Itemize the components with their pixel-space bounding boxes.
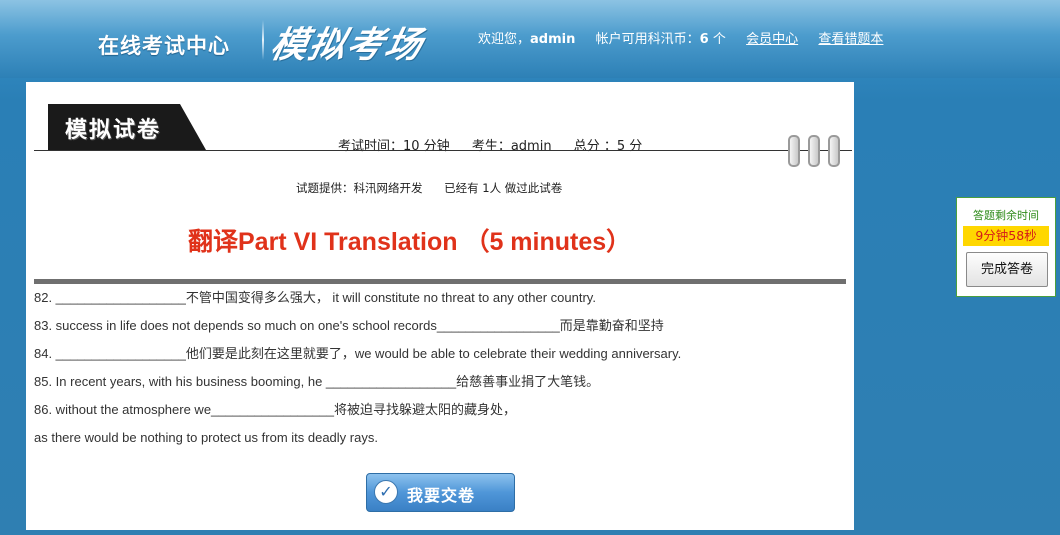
timer-remaining: 9分钟58秒 [963, 226, 1049, 246]
finish-exam-button[interactable]: 完成答卷 [966, 252, 1048, 287]
wrong-book-link[interactable]: 查看错题本 [818, 32, 883, 47]
paper-header-rule [34, 150, 852, 151]
question-82: 82. __________________不管中国变得多么强大， it wil… [34, 290, 596, 305]
question-84: 84. __________________他们要是此刻在这里就要了，we wo… [34, 346, 682, 361]
taken-count: 已经有 1人 做过此试卷 [444, 181, 563, 195]
username: admin [530, 32, 576, 47]
question-list: 82. __________________不管中国变得多么强大， it wil… [34, 288, 846, 456]
exam-time: 考试时间：10 分钟 [338, 139, 450, 154]
submit-paper-label: 我要交卷 [407, 486, 476, 505]
title-divider [262, 20, 264, 60]
section-divider [34, 279, 846, 284]
section-title: 翻译Part VI Translation （5 minutes） [188, 228, 632, 256]
question-83: 83. success in life does not depends so … [34, 318, 664, 333]
submit-paper-button[interactable]: ✓ 我要交卷 [366, 473, 515, 512]
user-info-bar: 欢迎您，admin 帐户可用科汛币：6 个 会员中心 查看错题本 [478, 28, 883, 47]
coins-unit: 个 [708, 32, 726, 47]
header-banner: 在线考试中心 模拟考场 欢迎您，admin 帐户可用科汛币：6 个 会员中心 查… [0, 0, 1060, 78]
question-85: 85. In recent years, with his business b… [34, 374, 600, 389]
welcome-prefix: 欢迎您， [478, 32, 531, 47]
timer-label: 答题剩余时间 [973, 209, 1039, 222]
binder-rings-icon [786, 135, 842, 167]
coins-prefix: 帐户可用科汛币： [595, 32, 700, 47]
examinee: 考生：admin [471, 139, 552, 154]
total-score: 总分 ：5 分 [573, 139, 643, 154]
exam-paper: 模拟试卷 考试时间：10 分钟 考生：admin 总分 ：5 分 试题提供：科汛… [26, 82, 854, 530]
logo-text: 模拟考场 [266, 24, 428, 66]
paper-label-text: 模拟试卷 [65, 118, 162, 143]
coins-value: 6 [699, 32, 709, 47]
question-86-continued: as there would be nothing to protect us … [34, 430, 378, 445]
member-center-link[interactable]: 会员中心 [746, 32, 798, 47]
provider: 试题提供：科汛网络开发 [296, 181, 423, 195]
question-86: 86. without the atmosphere we___________… [34, 402, 516, 417]
site-title: 在线考试中心 [98, 34, 230, 58]
paper-label-tab: 模拟试卷 [48, 104, 206, 150]
check-icon: ✓ [374, 480, 398, 504]
provider-line: 试题提供：科汛网络开发 已经有 1人 做过此试卷 [296, 180, 562, 196]
exam-meta: 考试时间：10 分钟 考生：admin 总分 ：5 分 [338, 135, 642, 154]
timer-panel: 答题剩余时间 9分钟58秒 完成答卷 [956, 197, 1056, 297]
